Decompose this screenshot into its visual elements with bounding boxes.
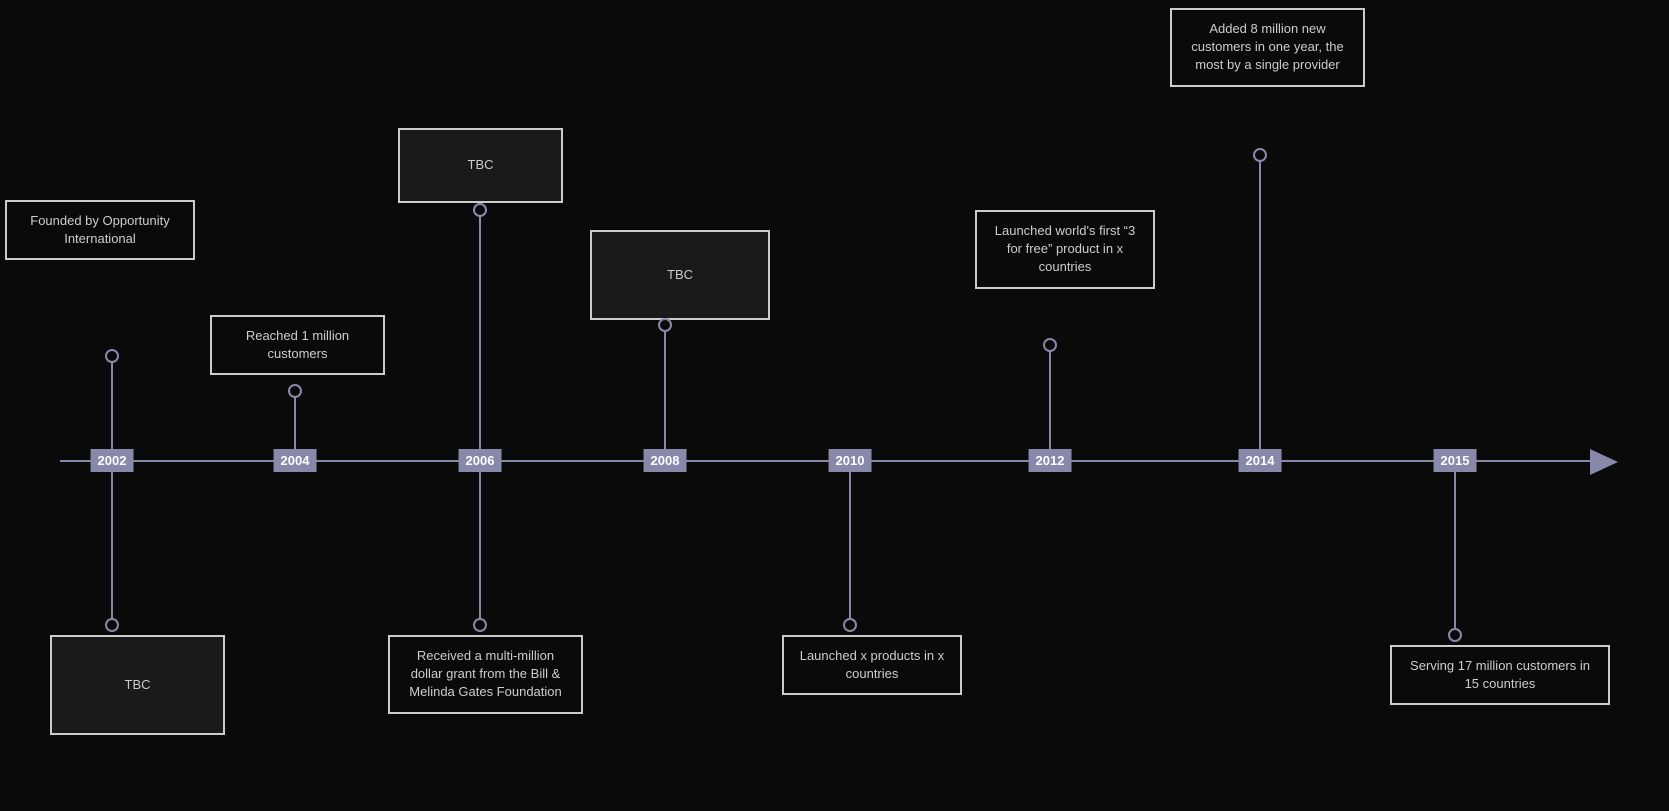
- event-serving-17-text: Serving 17 million customers in 15 count…: [1410, 658, 1590, 691]
- event-3-for-free: Launched world's first “3 for free” prod…: [975, 210, 1155, 289]
- event-3-for-free-text: Launched world's first “3 for free” prod…: [995, 223, 1136, 274]
- node-3-for-free: [1043, 338, 1057, 352]
- event-launched-products-text: Launched x products in x countries: [800, 648, 945, 681]
- event-tbc-2006: TBC: [398, 128, 563, 203]
- connector-launched-products: [849, 462, 851, 620]
- node-grant: [473, 618, 487, 632]
- year-2010: 2010: [829, 449, 872, 472]
- event-tbc-2002: TBC: [50, 635, 225, 735]
- timeline-arrow: [1590, 449, 1618, 475]
- event-founded-text: Founded by Opportunity International: [30, 213, 169, 246]
- node-reached: [288, 384, 302, 398]
- event-grant-text: Received a multi-million dollar grant fr…: [409, 648, 561, 699]
- connector-founded: [111, 355, 113, 460]
- event-grant: Received a multi-million dollar grant fr…: [388, 635, 583, 714]
- connector-tbc-2006: [479, 210, 481, 460]
- event-tbc-2010-text: TBC: [667, 266, 693, 284]
- node-serving-17: [1448, 628, 1462, 642]
- event-tbc-2006-text: TBC: [468, 156, 494, 174]
- connector-tbc-2002: [111, 462, 113, 620]
- event-8-million-text: Added 8 million new customers in one yea…: [1191, 21, 1343, 72]
- connector-8-million: [1259, 155, 1261, 460]
- year-2008: 2008: [644, 449, 687, 472]
- event-8-million: Added 8 million new customers in one yea…: [1170, 8, 1365, 87]
- node-tbc-2002: [105, 618, 119, 632]
- event-launched-products: Launched x products in x countries: [782, 635, 962, 695]
- year-2002: 2002: [91, 449, 134, 472]
- node-8-million: [1253, 148, 1267, 162]
- timeline-container: 2002 2004 2006 2008 2010 2012 2014 2015 …: [0, 0, 1669, 811]
- node-tbc-2006: [473, 203, 487, 217]
- year-2014: 2014: [1239, 449, 1282, 472]
- event-reached-text: Reached 1 million customers: [246, 328, 349, 361]
- connector-tbc-2010: [664, 325, 666, 460]
- year-2015: 2015: [1434, 449, 1477, 472]
- node-founded: [105, 349, 119, 363]
- year-2004: 2004: [274, 449, 317, 472]
- year-2006: 2006: [459, 449, 502, 472]
- connector-3-for-free: [1049, 345, 1051, 460]
- event-founded: Founded by Opportunity International: [5, 200, 195, 260]
- node-launched-products: [843, 618, 857, 632]
- event-tbc-2002-text: TBC: [125, 676, 151, 694]
- connector-grant: [479, 462, 481, 620]
- year-2012: 2012: [1029, 449, 1072, 472]
- event-reached: Reached 1 million customers: [210, 315, 385, 375]
- connector-serving-17: [1454, 462, 1456, 630]
- event-tbc-2010: TBC: [590, 230, 770, 320]
- node-tbc-2010: [658, 318, 672, 332]
- event-serving-17: Serving 17 million customers in 15 count…: [1390, 645, 1610, 705]
